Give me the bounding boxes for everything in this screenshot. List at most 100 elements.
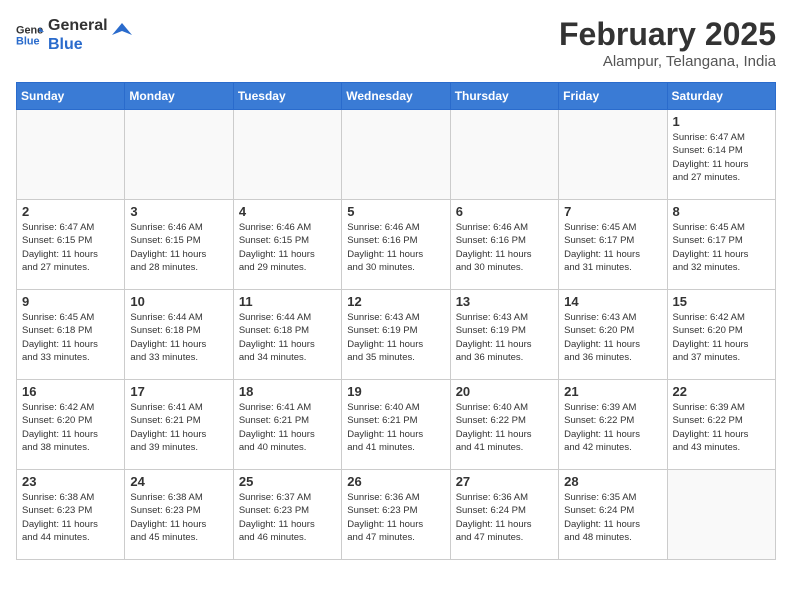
day-number: 13 (456, 294, 553, 309)
logo-bird-icon (112, 23, 132, 47)
day-number: 6 (456, 204, 553, 219)
calendar-cell (125, 110, 233, 200)
col-header-wednesday: Wednesday (342, 83, 450, 110)
calendar-cell: 5 Sunrise: 6:46 AM Sunset: 6:16 PM Daylig… (342, 200, 450, 290)
day-info: Sunrise: 6:44 AM Sunset: 6:18 PM Dayligh… (130, 311, 227, 364)
day-info: Sunrise: 6:43 AM Sunset: 6:20 PM Dayligh… (564, 311, 661, 364)
day-info: Sunrise: 6:46 AM Sunset: 6:15 PM Dayligh… (239, 221, 336, 274)
calendar-cell: 9 Sunrise: 6:45 AM Sunset: 6:18 PM Daylig… (17, 290, 125, 380)
logo-blue-text: Blue (48, 35, 108, 54)
calendar-week-row: 16 Sunrise: 6:42 AM Sunset: 6:20 PM Dayli… (17, 380, 776, 470)
calendar-title: February 2025 (559, 16, 776, 53)
calendar-cell: 16 Sunrise: 6:42 AM Sunset: 6:20 PM Dayli… (17, 380, 125, 470)
day-number: 26 (347, 474, 444, 489)
day-info: Sunrise: 6:39 AM Sunset: 6:22 PM Dayligh… (564, 401, 661, 454)
calendar-cell: 15 Sunrise: 6:42 AM Sunset: 6:20 PM Dayli… (667, 290, 775, 380)
day-info: Sunrise: 6:46 AM Sunset: 6:16 PM Dayligh… (456, 221, 553, 274)
calendar-cell: 8 Sunrise: 6:45 AM Sunset: 6:17 PM Daylig… (667, 200, 775, 290)
calendar-cell: 26 Sunrise: 6:36 AM Sunset: 6:23 PM Dayli… (342, 470, 450, 560)
day-info: Sunrise: 6:45 AM Sunset: 6:18 PM Dayligh… (22, 311, 119, 364)
day-number: 18 (239, 384, 336, 399)
calendar-cell: 1 Sunrise: 6:47 AM Sunset: 6:14 PM Daylig… (667, 110, 775, 200)
day-info: Sunrise: 6:40 AM Sunset: 6:21 PM Dayligh… (347, 401, 444, 454)
logo: General Blue General Blue (16, 16, 132, 54)
calendar-cell: 22 Sunrise: 6:39 AM Sunset: 6:22 PM Dayli… (667, 380, 775, 470)
day-number: 17 (130, 384, 227, 399)
day-info: Sunrise: 6:37 AM Sunset: 6:23 PM Dayligh… (239, 491, 336, 544)
page-header: General Blue General Blue February 2025 … (16, 16, 776, 70)
day-number: 16 (22, 384, 119, 399)
day-number: 15 (673, 294, 770, 309)
calendar-cell: 14 Sunrise: 6:43 AM Sunset: 6:20 PM Dayli… (559, 290, 667, 380)
calendar-cell: 27Sunrise: 6:36 AM Sunset: 6:24 PM Dayli… (450, 470, 558, 560)
calendar-cell: 23Sunrise: 6:38 AM Sunset: 6:23 PM Dayli… (17, 470, 125, 560)
calendar-week-row: 9 Sunrise: 6:45 AM Sunset: 6:18 PM Daylig… (17, 290, 776, 380)
day-info: Sunrise: 6:44 AM Sunset: 6:18 PM Dayligh… (239, 311, 336, 364)
col-header-tuesday: Tuesday (233, 83, 341, 110)
calendar-cell: 3Sunrise: 6:46 AM Sunset: 6:15 PM Daylig… (125, 200, 233, 290)
calendar-header-row: SundayMondayTuesdayWednesdayThursdayFrid… (17, 83, 776, 110)
day-number: 22 (673, 384, 770, 399)
day-info: Sunrise: 6:47 AM Sunset: 6:15 PM Dayligh… (22, 221, 119, 274)
day-number: 4 (239, 204, 336, 219)
col-header-monday: Monday (125, 83, 233, 110)
day-number: 2 (22, 204, 119, 219)
logo-general-text: General (48, 16, 108, 35)
day-number: 9 (22, 294, 119, 309)
day-info: Sunrise: 6:41 AM Sunset: 6:21 PM Dayligh… (239, 401, 336, 454)
calendar-cell: 17 Sunrise: 6:41 AM Sunset: 6:21 PM Dayli… (125, 380, 233, 470)
calendar-cell: 28Sunrise: 6:35 AM Sunset: 6:24 PM Dayli… (559, 470, 667, 560)
day-info: Sunrise: 6:45 AM Sunset: 6:17 PM Dayligh… (673, 221, 770, 274)
day-number: 10 (130, 294, 227, 309)
col-header-sunday: Sunday (17, 83, 125, 110)
calendar-cell: 19 Sunrise: 6:40 AM Sunset: 6:21 PM Dayli… (342, 380, 450, 470)
day-info: Sunrise: 6:43 AM Sunset: 6:19 PM Dayligh… (347, 311, 444, 364)
day-info: Sunrise: 6:38 AM Sunset: 6:23 PM Dayligh… (130, 491, 227, 544)
day-number: 27 (456, 474, 553, 489)
day-info: Sunrise: 6:42 AM Sunset: 6:20 PM Dayligh… (22, 401, 119, 454)
calendar-cell: 21Sunrise: 6:39 AM Sunset: 6:22 PM Dayli… (559, 380, 667, 470)
day-info: Sunrise: 6:38 AM Sunset: 6:23 PM Dayligh… (22, 491, 119, 544)
day-info: Sunrise: 6:42 AM Sunset: 6:20 PM Dayligh… (673, 311, 770, 364)
day-info: Sunrise: 6:41 AM Sunset: 6:21 PM Dayligh… (130, 401, 227, 454)
col-header-thursday: Thursday (450, 83, 558, 110)
day-info: Sunrise: 6:46 AM Sunset: 6:16 PM Dayligh… (347, 221, 444, 274)
calendar-cell: 25 Sunrise: 6:37 AM Sunset: 6:23 PM Dayli… (233, 470, 341, 560)
day-number: 28 (564, 474, 661, 489)
day-number: 11 (239, 294, 336, 309)
calendar-cell: 24Sunrise: 6:38 AM Sunset: 6:23 PM Dayli… (125, 470, 233, 560)
calendar-cell: 18 Sunrise: 6:41 AM Sunset: 6:21 PM Dayli… (233, 380, 341, 470)
day-number: 5 (347, 204, 444, 219)
calendar-week-row: 1 Sunrise: 6:47 AM Sunset: 6:14 PM Daylig… (17, 110, 776, 200)
calendar-cell: 11 Sunrise: 6:44 AM Sunset: 6:18 PM Dayli… (233, 290, 341, 380)
calendar-cell (667, 470, 775, 560)
calendar-cell (233, 110, 341, 200)
calendar-cell: 2 Sunrise: 6:47 AM Sunset: 6:15 PM Daylig… (17, 200, 125, 290)
day-number: 7 (564, 204, 661, 219)
day-info: Sunrise: 6:43 AM Sunset: 6:19 PM Dayligh… (456, 311, 553, 364)
title-section: February 2025 Alampur, Telangana, India (559, 16, 776, 70)
day-info: Sunrise: 6:39 AM Sunset: 6:22 PM Dayligh… (673, 401, 770, 454)
calendar-week-row: 2 Sunrise: 6:47 AM Sunset: 6:15 PM Daylig… (17, 200, 776, 290)
day-number: 25 (239, 474, 336, 489)
day-number: 8 (673, 204, 770, 219)
calendar-subtitle: Alampur, Telangana, India (559, 53, 776, 70)
calendar-cell (450, 110, 558, 200)
day-number: 1 (673, 114, 770, 129)
day-number: 20 (456, 384, 553, 399)
calendar-cell: 12 Sunrise: 6:43 AM Sunset: 6:19 PM Dayli… (342, 290, 450, 380)
day-number: 14 (564, 294, 661, 309)
day-info: Sunrise: 6:40 AM Sunset: 6:22 PM Dayligh… (456, 401, 553, 454)
col-header-saturday: Saturday (667, 83, 775, 110)
calendar-cell: 7 Sunrise: 6:45 AM Sunset: 6:17 PM Daylig… (559, 200, 667, 290)
calendar-cell (342, 110, 450, 200)
day-info: Sunrise: 6:36 AM Sunset: 6:23 PM Dayligh… (347, 491, 444, 544)
calendar-cell: 20 Sunrise: 6:40 AM Sunset: 6:22 PM Dayli… (450, 380, 558, 470)
calendar-cell: 6 Sunrise: 6:46 AM Sunset: 6:16 PM Daylig… (450, 200, 558, 290)
day-info: Sunrise: 6:45 AM Sunset: 6:17 PM Dayligh… (564, 221, 661, 274)
day-number: 19 (347, 384, 444, 399)
day-info: Sunrise: 6:47 AM Sunset: 6:14 PM Dayligh… (673, 131, 770, 184)
calendar-week-row: 23Sunrise: 6:38 AM Sunset: 6:23 PM Dayli… (17, 470, 776, 560)
day-number: 3 (130, 204, 227, 219)
day-number: 12 (347, 294, 444, 309)
